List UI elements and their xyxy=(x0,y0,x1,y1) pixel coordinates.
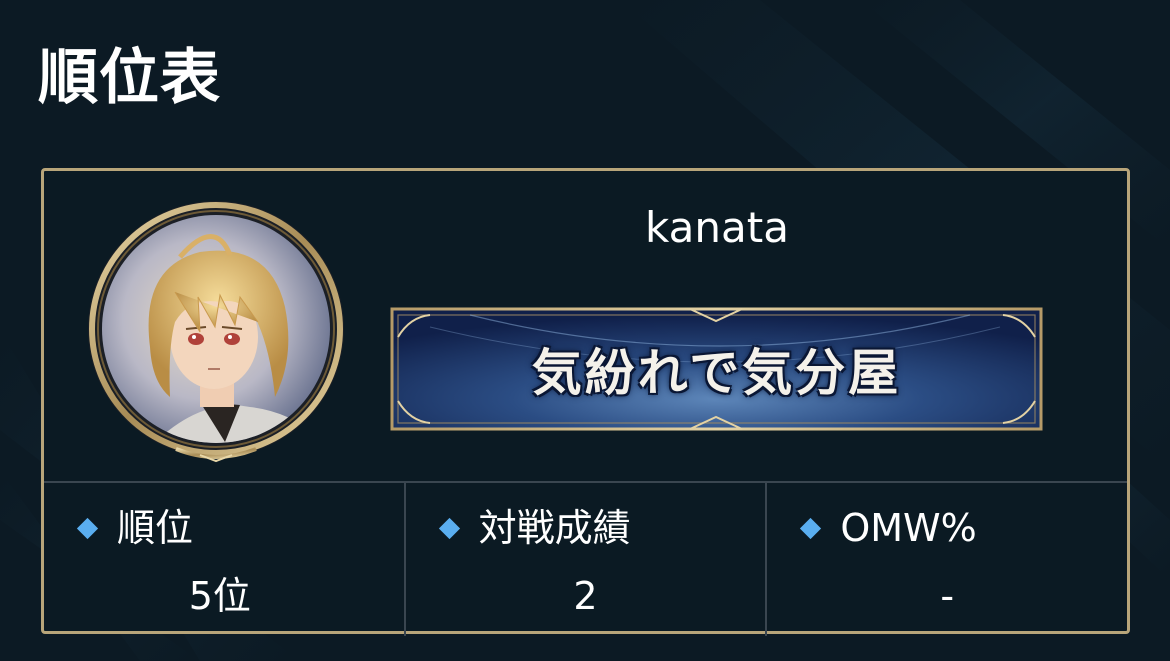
avatar-portrait-icon xyxy=(88,201,344,463)
stat-value-record: 2 xyxy=(573,574,598,618)
stat-record: 対戦成績 2 xyxy=(403,483,766,636)
stat-value-rank: 5位 xyxy=(188,574,251,618)
standings-card: kanata 気紛れで気分屋 順位 5位 対戦成績 2 OMW% - xyxy=(41,168,1130,636)
stat-rank: 順位 5位 xyxy=(44,483,404,636)
title-badge-text: 気紛れで気分屋 xyxy=(531,343,902,402)
stat-label-record: 対戦成績 xyxy=(478,506,631,550)
avatar xyxy=(80,197,352,469)
stat-label-omw: OMW% xyxy=(840,506,977,550)
diamond-icon xyxy=(800,517,822,539)
page-title: 順位表 xyxy=(38,43,221,113)
player-name: kanata xyxy=(645,203,789,252)
diamond-icon xyxy=(76,517,99,539)
player-header: kanata 気紛れで気分屋 xyxy=(44,171,1127,484)
stat-label-rank: 順位 xyxy=(117,506,194,550)
stat-omw: OMW% - xyxy=(765,483,1127,636)
stats-row: 順位 5位 対戦成績 2 OMW% - xyxy=(44,481,1127,636)
diamond-icon xyxy=(438,517,460,539)
stat-value-omw: - xyxy=(940,574,955,618)
title-banner: 気紛れで気分屋 xyxy=(390,307,1043,431)
